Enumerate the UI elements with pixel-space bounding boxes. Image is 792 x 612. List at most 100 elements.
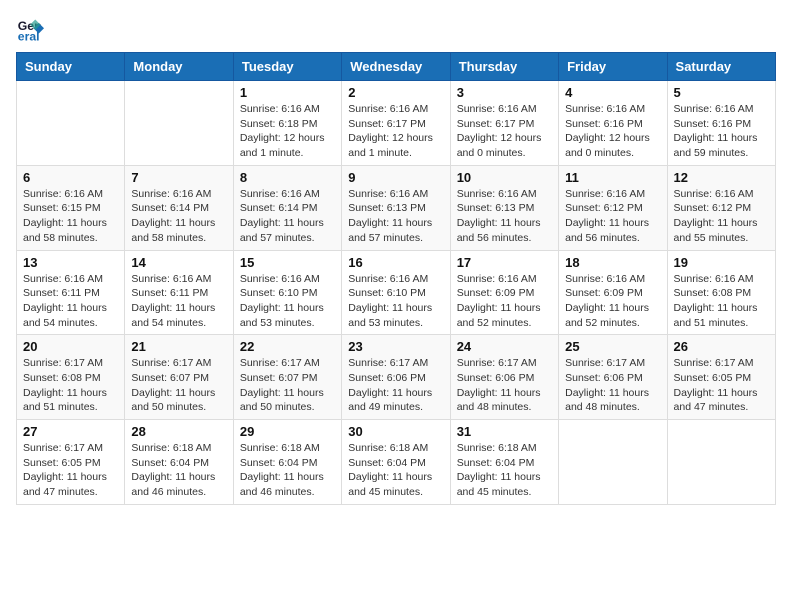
calendar-header-wednesday: Wednesday <box>342 53 450 81</box>
day-info: Sunrise: 6:16 AM Sunset: 6:11 PM Dayligh… <box>23 272 118 331</box>
day-info: Sunrise: 6:18 AM Sunset: 6:04 PM Dayligh… <box>457 441 552 500</box>
day-info: Sunrise: 6:16 AM Sunset: 6:16 PM Dayligh… <box>565 102 660 161</box>
day-info: Sunrise: 6:17 AM Sunset: 6:07 PM Dayligh… <box>240 356 335 415</box>
calendar-header-tuesday: Tuesday <box>233 53 341 81</box>
calendar-cell: 6 Sunrise: 6:16 AM Sunset: 6:15 PM Daylig… <box>17 165 125 250</box>
day-number: 25 <box>565 339 660 354</box>
calendar-cell: 13 Sunrise: 6:16 AM Sunset: 6:11 PM Dayli… <box>17 250 125 335</box>
calendar-week-1: 1 Sunrise: 6:16 AM Sunset: 6:18 PM Daylig… <box>17 81 776 166</box>
calendar-cell <box>667 420 775 505</box>
calendar-header-sunday: Sunday <box>17 53 125 81</box>
calendar-cell: 23 Sunrise: 6:17 AM Sunset: 6:06 PM Dayli… <box>342 335 450 420</box>
day-info: Sunrise: 6:16 AM Sunset: 6:13 PM Dayligh… <box>348 187 443 246</box>
day-info: Sunrise: 6:17 AM Sunset: 6:06 PM Dayligh… <box>457 356 552 415</box>
day-number: 12 <box>674 170 769 185</box>
day-info: Sunrise: 6:18 AM Sunset: 6:04 PM Dayligh… <box>131 441 226 500</box>
calendar-cell: 8 Sunrise: 6:16 AM Sunset: 6:14 PM Daylig… <box>233 165 341 250</box>
day-number: 8 <box>240 170 335 185</box>
logo: Gen eral <box>16 16 48 44</box>
day-number: 18 <box>565 255 660 270</box>
day-info: Sunrise: 6:18 AM Sunset: 6:04 PM Dayligh… <box>348 441 443 500</box>
day-number: 24 <box>457 339 552 354</box>
day-number: 31 <box>457 424 552 439</box>
day-info: Sunrise: 6:17 AM Sunset: 6:06 PM Dayligh… <box>348 356 443 415</box>
calendar-cell: 15 Sunrise: 6:16 AM Sunset: 6:10 PM Dayli… <box>233 250 341 335</box>
day-number: 6 <box>23 170 118 185</box>
calendar-header-friday: Friday <box>559 53 667 81</box>
day-info: Sunrise: 6:16 AM Sunset: 6:16 PM Dayligh… <box>674 102 769 161</box>
day-info: Sunrise: 6:16 AM Sunset: 6:10 PM Dayligh… <box>240 272 335 331</box>
day-number: 3 <box>457 85 552 100</box>
calendar-cell: 2Sunrise: 6:16 AM Sunset: 6:17 PM Daylig… <box>342 81 450 166</box>
day-number: 1 <box>240 85 335 100</box>
day-info: Sunrise: 6:16 AM Sunset: 6:11 PM Dayligh… <box>131 272 226 331</box>
day-number: 17 <box>457 255 552 270</box>
calendar-cell: 29 Sunrise: 6:18 AM Sunset: 6:04 PM Dayli… <box>233 420 341 505</box>
calendar-week-5: 27Sunrise: 6:17 AM Sunset: 6:05 PM Dayli… <box>17 420 776 505</box>
day-info: Sunrise: 6:17 AM Sunset: 6:05 PM Dayligh… <box>23 441 118 500</box>
day-info: Sunrise: 6:17 AM Sunset: 6:06 PM Dayligh… <box>565 356 660 415</box>
calendar-cell: 5Sunrise: 6:16 AM Sunset: 6:16 PM Daylig… <box>667 81 775 166</box>
day-info: Sunrise: 6:16 AM Sunset: 6:18 PM Dayligh… <box>240 102 335 161</box>
day-number: 20 <box>23 339 118 354</box>
day-number: 23 <box>348 339 443 354</box>
day-number: 26 <box>674 339 769 354</box>
calendar-week-2: 6 Sunrise: 6:16 AM Sunset: 6:15 PM Daylig… <box>17 165 776 250</box>
calendar-week-3: 13 Sunrise: 6:16 AM Sunset: 6:11 PM Dayli… <box>17 250 776 335</box>
calendar-cell: 1 Sunrise: 6:16 AM Sunset: 6:18 PM Daylig… <box>233 81 341 166</box>
day-info: Sunrise: 6:16 AM Sunset: 6:12 PM Dayligh… <box>565 187 660 246</box>
day-number: 2 <box>348 85 443 100</box>
day-info: Sunrise: 6:17 AM Sunset: 6:05 PM Dayligh… <box>674 356 769 415</box>
calendar-cell: 12 Sunrise: 6:16 AM Sunset: 6:12 PM Dayli… <box>667 165 775 250</box>
page-header: Gen eral <box>16 16 776 44</box>
calendar-cell: 28Sunrise: 6:18 AM Sunset: 6:04 PM Dayli… <box>125 420 233 505</box>
day-number: 14 <box>131 255 226 270</box>
day-number: 15 <box>240 255 335 270</box>
day-number: 29 <box>240 424 335 439</box>
day-info: Sunrise: 6:16 AM Sunset: 6:10 PM Dayligh… <box>348 272 443 331</box>
calendar-header-saturday: Saturday <box>667 53 775 81</box>
day-info: Sunrise: 6:18 AM Sunset: 6:04 PM Dayligh… <box>240 441 335 500</box>
day-number: 10 <box>457 170 552 185</box>
calendar-cell: 24 Sunrise: 6:17 AM Sunset: 6:06 PM Dayli… <box>450 335 558 420</box>
day-number: 30 <box>348 424 443 439</box>
calendar-cell: 26 Sunrise: 6:17 AM Sunset: 6:05 PM Dayli… <box>667 335 775 420</box>
day-info: Sunrise: 6:16 AM Sunset: 6:14 PM Dayligh… <box>131 187 226 246</box>
calendar-cell: 18 Sunrise: 6:16 AM Sunset: 6:09 PM Dayli… <box>559 250 667 335</box>
calendar-cell: 30 Sunrise: 6:18 AM Sunset: 6:04 PM Dayli… <box>342 420 450 505</box>
calendar-cell: 27Sunrise: 6:17 AM Sunset: 6:05 PM Dayli… <box>17 420 125 505</box>
calendar-cell: 7 Sunrise: 6:16 AM Sunset: 6:14 PM Daylig… <box>125 165 233 250</box>
calendar-header-monday: Monday <box>125 53 233 81</box>
calendar-cell: 19Sunrise: 6:16 AM Sunset: 6:08 PM Dayli… <box>667 250 775 335</box>
calendar-cell <box>125 81 233 166</box>
calendar-cell: 10 Sunrise: 6:16 AM Sunset: 6:13 PM Dayli… <box>450 165 558 250</box>
calendar-header-thursday: Thursday <box>450 53 558 81</box>
day-info: Sunrise: 6:16 AM Sunset: 6:15 PM Dayligh… <box>23 187 118 246</box>
day-info: Sunrise: 6:16 AM Sunset: 6:13 PM Dayligh… <box>457 187 552 246</box>
calendar-table: SundayMondayTuesdayWednesdayThursdayFrid… <box>16 52 776 505</box>
day-info: Sunrise: 6:16 AM Sunset: 6:08 PM Dayligh… <box>674 272 769 331</box>
day-info: Sunrise: 6:16 AM Sunset: 6:12 PM Dayligh… <box>674 187 769 246</box>
calendar-cell: 17 Sunrise: 6:16 AM Sunset: 6:09 PM Dayli… <box>450 250 558 335</box>
day-number: 9 <box>348 170 443 185</box>
calendar-cell <box>559 420 667 505</box>
day-info: Sunrise: 6:17 AM Sunset: 6:08 PM Dayligh… <box>23 356 118 415</box>
calendar-cell <box>17 81 125 166</box>
calendar-cell: 16 Sunrise: 6:16 AM Sunset: 6:10 PM Dayli… <box>342 250 450 335</box>
day-info: Sunrise: 6:16 AM Sunset: 6:09 PM Dayligh… <box>565 272 660 331</box>
calendar-cell: 20 Sunrise: 6:17 AM Sunset: 6:08 PM Dayli… <box>17 335 125 420</box>
calendar-cell: 14 Sunrise: 6:16 AM Sunset: 6:11 PM Dayli… <box>125 250 233 335</box>
calendar-cell: 31 Sunrise: 6:18 AM Sunset: 6:04 PM Dayli… <box>450 420 558 505</box>
day-number: 13 <box>23 255 118 270</box>
day-number: 7 <box>131 170 226 185</box>
logo-icon: Gen eral <box>16 16 44 44</box>
day-number: 16 <box>348 255 443 270</box>
day-info: Sunrise: 6:16 AM Sunset: 6:14 PM Dayligh… <box>240 187 335 246</box>
day-info: Sunrise: 6:16 AM Sunset: 6:09 PM Dayligh… <box>457 272 552 331</box>
calendar-cell: 21Sunrise: 6:17 AM Sunset: 6:07 PM Dayli… <box>125 335 233 420</box>
day-number: 21 <box>131 339 226 354</box>
calendar-cell: 9 Sunrise: 6:16 AM Sunset: 6:13 PM Daylig… <box>342 165 450 250</box>
day-number: 4 <box>565 85 660 100</box>
day-info: Sunrise: 6:16 AM Sunset: 6:17 PM Dayligh… <box>457 102 552 161</box>
calendar-cell: 25 Sunrise: 6:17 AM Sunset: 6:06 PM Dayli… <box>559 335 667 420</box>
